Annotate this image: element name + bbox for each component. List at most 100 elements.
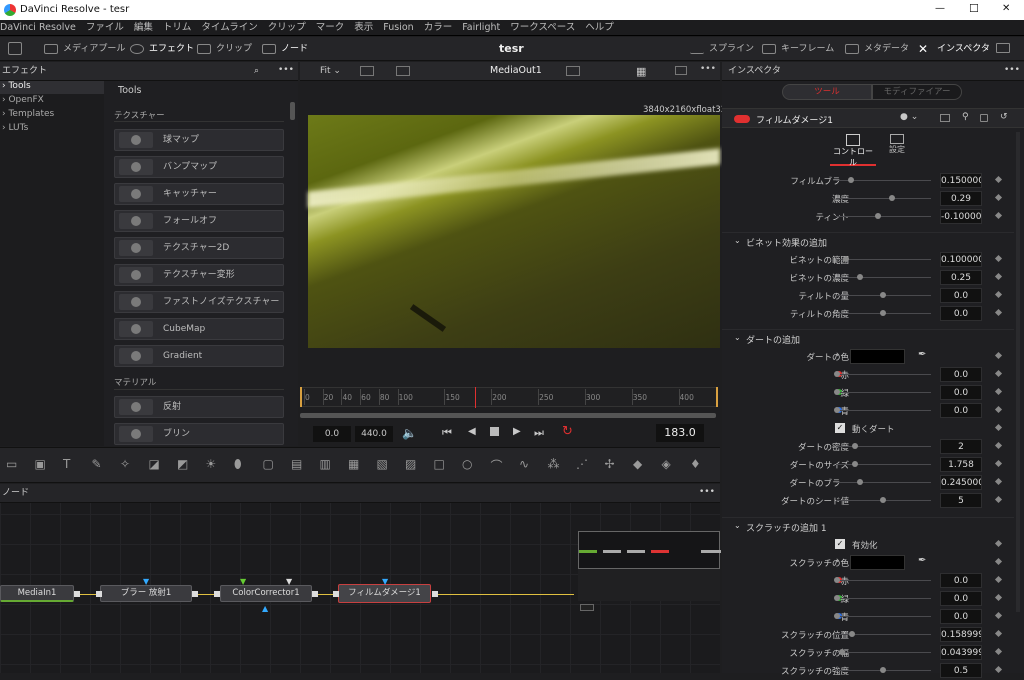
slider-knob[interactable] [880,292,886,298]
param-value-field[interactable]: 0.0 [940,288,982,303]
slider-knob[interactable] [889,195,896,201]
grid-icon[interactable]: ▦ [636,65,646,78]
step-back-icon[interactable]: ◀ [468,426,476,437]
end-time-field[interactable]: 440.0 [355,426,393,442]
minimize-button[interactable]: — [935,3,945,14]
param-value-field[interactable]: 0.158999 [940,627,982,642]
tool-strip-icon[interactable]: ▧ [377,457,388,471]
slider-knob[interactable] [880,497,886,503]
tool-strip-icon[interactable]: ♦ [690,457,701,471]
tool-strip-icon[interactable]: ⬮ [234,457,242,472]
param-slider[interactable] [836,277,931,278]
slider-knob[interactable] [880,667,886,673]
param-value-field[interactable]: 0.043999 [940,645,982,660]
slider-knob[interactable] [848,631,855,637]
viewer-option-2[interactable] [396,66,410,76]
tool-strip-icon[interactable]: ☀ [206,457,217,471]
tool-item[interactable]: バンプマップ [114,156,284,178]
tool-item[interactable]: 球マップ [114,129,284,151]
keyframes-button[interactable]: キーフレーム [762,37,834,61]
param-slider[interactable] [836,616,931,617]
tool-strip-icon[interactable]: ◈ [662,457,671,471]
param-slider[interactable] [836,259,931,260]
param-slider[interactable] [836,410,931,411]
in-marker[interactable] [300,387,302,407]
viewer-option-3[interactable] [566,66,580,76]
slider-knob[interactable] [880,310,886,316]
keyframe-diamond-icon[interactable] [994,405,1003,414]
param-slider[interactable] [836,446,931,447]
tool-strip-icon[interactable]: ∿ [519,457,529,471]
tool-strip-icon[interactable]: □ [434,457,445,471]
keyframe-diamond-icon[interactable] [994,611,1003,620]
tool-strip-icon[interactable]: ⋰ [576,457,588,471]
more-options-icon[interactable]: ••• [278,61,294,80]
node-input-port[interactable] [214,591,220,597]
keyframe-diamond-icon[interactable] [994,369,1003,378]
keyframe-diamond-icon[interactable] [994,477,1003,486]
slider-knob[interactable] [838,649,845,655]
inspector-button[interactable]: ✕ インスペクタ [918,37,990,61]
viewer-option-4[interactable] [675,66,687,75]
pin-icon[interactable]: ⚲ [962,112,969,122]
play-icon[interactable]: ▶ [513,426,521,437]
node-enable-toggle[interactable] [734,115,750,123]
section-header[interactable]: ⌄ スクラッチの追加 1 [722,517,1014,535]
tool-strip-icon[interactable]: ○ [462,457,472,471]
node-color-corrector[interactable]: ColorCorrector1 [220,585,312,602]
color-swatch[interactable] [850,555,905,570]
param-slider[interactable] [836,580,931,581]
tool-item[interactable]: キャッチャー [114,183,284,205]
slider-knob[interactable] [834,577,840,583]
inspector-more-icon[interactable]: ••• [1004,61,1020,80]
section-header[interactable]: ⌄ ダートの追加 [722,329,1014,347]
param-slider[interactable] [836,216,931,217]
keyframe-diamond-icon[interactable] [994,254,1003,263]
inspector-scrollbar[interactable] [1016,132,1020,612]
param-value-field[interactable]: 0.25 [940,270,982,285]
keyframe-diamond-icon[interactable] [994,272,1003,281]
mask-input-icon[interactable]: ▲ [262,604,268,613]
slider-knob[interactable] [834,613,840,619]
keyframe-diamond-icon[interactable] [994,211,1003,220]
timeline-scroll[interactable] [300,413,716,418]
tool-strip-icon[interactable]: ▦ [348,457,359,471]
viewer-option-1[interactable] [360,66,374,76]
node-output-port[interactable] [74,591,80,597]
param-value-field[interactable]: 0.0 [940,385,982,400]
tool-item[interactable]: テクスチャー変形 [114,264,284,286]
color-swatch[interactable] [850,349,905,364]
menu-file[interactable]: ファイル [81,20,129,36]
lock-icon[interactable] [980,114,988,122]
node-mediain[interactable]: MediaIn1 [0,585,74,602]
node-output-port[interactable] [192,591,198,597]
slider-knob[interactable] [847,177,854,183]
node-blur[interactable]: ブラー 放射1 [100,585,192,602]
node-output-port[interactable] [432,591,438,597]
param-value-field[interactable]: 0.29 [940,191,982,206]
tool-item[interactable]: CubeMap [114,318,284,340]
node-film-damage[interactable]: フィルムダメージ1 [338,584,431,603]
volume-icon[interactable]: 🔈 [402,426,417,440]
param-value-field[interactable]: 0.245000 [940,475,982,490]
playhead[interactable] [475,387,477,408]
tool-strip-icon[interactable]: ✢ [605,457,615,471]
slider-knob[interactable] [834,407,840,413]
checkbox[interactable]: ✓ [835,539,845,549]
tool-strip-icon[interactable]: T [63,457,70,471]
tool-strip-icon[interactable]: ▨ [405,457,416,471]
menu-trim[interactable]: トリム [158,20,197,36]
keyframe-diamond-icon[interactable] [994,665,1003,674]
tree-item-tools[interactable]: › Tools [0,81,104,94]
tree-item-openfx[interactable]: › OpenFX [2,95,44,105]
search-icon[interactable]: ⌕ [254,62,259,81]
eyedropper-icon[interactable]: ✒ [918,555,926,566]
keyframe-diamond-icon[interactable] [994,193,1003,202]
stop-icon[interactable] [490,427,499,436]
node-output-port[interactable] [312,591,318,597]
keyframe-diamond-icon[interactable] [994,557,1003,566]
tool-strip-icon[interactable]: ✧ [120,457,130,471]
slider-knob[interactable] [834,371,840,377]
tool-strip-icon[interactable]: ◆ [633,457,642,471]
param-value-field[interactable]: 0.100000 [940,252,982,267]
